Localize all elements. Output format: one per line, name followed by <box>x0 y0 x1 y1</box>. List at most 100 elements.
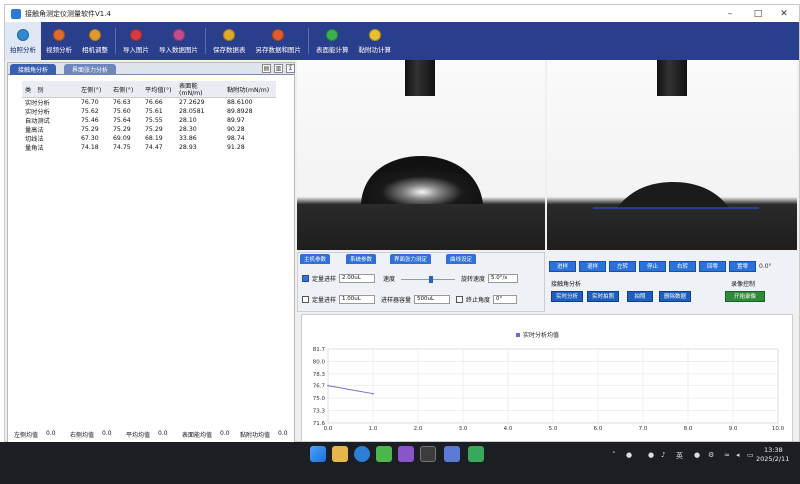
rotation-speed-field[interactable]: 5.0°/s <box>488 274 519 283</box>
start-icon[interactable] <box>310 446 326 462</box>
terminal-icon[interactable] <box>420 446 436 462</box>
table-row[interactable]: 实时分析 76.70 76.63 76.66 27.2629 88.6100 <box>22 98 276 107</box>
speed-slider[interactable] <box>401 275 456 283</box>
results-pane: 接触角分析 界面张力分析 ▤ ▥ Σ 类 别 左侧(°) 右侧(°) 平均值(°… <box>7 62 295 443</box>
tray-sogou-icon[interactable]: ● <box>694 451 700 459</box>
ime-indicator[interactable]: 英 <box>676 451 683 461</box>
cell: 实时分析 <box>25 109 50 116</box>
wechat-icon[interactable] <box>376 446 392 462</box>
cell: 75.64 <box>113 117 131 124</box>
cell: 76.63 <box>113 99 131 106</box>
camera-icon <box>17 28 29 41</box>
clock-date[interactable]: 2025/2/11 <box>756 455 789 463</box>
file-explorer-icon[interactable] <box>332 446 348 462</box>
tab-interfacial-tension[interactable]: 界面张力分析 <box>64 64 117 75</box>
app-taskbar-icon[interactable] <box>444 446 460 462</box>
syringe-select[interactable]: 500uL <box>414 295 451 304</box>
cell: 28.93 <box>179 144 197 151</box>
legend-swatch <box>516 333 520 337</box>
toolbar-video-analysis[interactable]: 视频分析 <box>41 22 77 60</box>
tab-contact-angle[interactable]: 接触角分析 <box>10 64 57 75</box>
tab-system-params[interactable]: 系统参数 <box>346 254 377 264</box>
toolbar-photo-analysis[interactable]: 拍照分析 <box>5 22 41 60</box>
delete-data-button[interactable]: 删除数据 <box>659 291 691 302</box>
list-view-button[interactable]: ▥ <box>274 64 283 73</box>
syringe-label: 进样器容量 <box>381 297 412 304</box>
close-button[interactable]: ✕ <box>771 5 797 22</box>
photo-button[interactable]: 拍照 <box>627 291 653 302</box>
rotate-left-button[interactable]: 左转 <box>609 261 636 272</box>
toolbar-import-data-image[interactable]: 导入数据图片 <box>154 22 203 60</box>
toolbar-save-table[interactable]: 保存数据表 <box>208 22 251 60</box>
droplet-image-live[interactable] <box>297 60 545 250</box>
sum-button[interactable]: Σ <box>286 64 295 73</box>
cell: 自动测试 <box>25 118 50 125</box>
toolbar-camera-adjust[interactable]: 相机调整 <box>77 22 113 60</box>
main-toolbar: 拍照分析 视频分析 相机调整 导入图片 导入数据图片 保存数据表 另存数据和图片 <box>5 22 799 60</box>
droplet-image-analysis[interactable] <box>547 60 797 250</box>
start-recording-button[interactable]: 开始录像 <box>725 291 765 302</box>
dose-checkbox-2[interactable] <box>302 296 309 303</box>
visual-studio-icon[interactable] <box>398 446 414 462</box>
summary-surface-value: 0.0 <box>220 430 230 437</box>
summary-right-label: 右侧均值 <box>70 432 95 439</box>
x-tick-label: 7.0 <box>639 426 648 432</box>
toolbar-adhesion-work[interactable]: 黏附功计算 <box>354 22 397 60</box>
y-tick-label: 78.3 <box>313 372 326 378</box>
home-button[interactable]: 回零 <box>699 261 726 272</box>
stop-angle-field[interactable]: 0° <box>493 295 518 304</box>
minimize-button[interactable]: – <box>717 5 743 22</box>
stop-angle-label: 终止角度 <box>466 297 491 304</box>
summary-left-value: 0.0 <box>46 430 56 437</box>
tab-curve-settings[interactable]: 曲线设定 <box>446 254 477 264</box>
table-row[interactable]: 自动测试 75.46 75.64 75.55 28.10 89.97 <box>22 116 276 125</box>
tray-settings-icon[interactable]: ⚙ <box>708 451 714 459</box>
realtime-photo-button[interactable]: 实时拍照 <box>587 291 619 302</box>
camera-adjust-icon <box>89 28 101 41</box>
edge-icon[interactable] <box>354 446 370 462</box>
battery-icon[interactable]: ▭ <box>747 451 754 459</box>
table-row[interactable]: 量角法 74.18 74.75 74.47 28.93 91.28 <box>22 143 276 152</box>
zero-button[interactable]: 置零 <box>729 261 756 272</box>
toolbar-surface-energy[interactable]: 表面能计算 <box>311 22 354 60</box>
toolbar-import-image[interactable]: 导入图片 <box>118 22 154 60</box>
realtime-analysis-button[interactable]: 实时分析 <box>551 291 583 302</box>
table-row[interactable]: 实时分析 75.62 75.60 75.61 28.0581 89.8928 <box>22 107 276 116</box>
tab-tension-measure[interactable]: 界面张力测定 <box>390 254 432 264</box>
tray-chevron-icon[interactable]: ˄ <box>612 451 616 459</box>
tray-app-icon[interactable]: ● <box>626 451 632 459</box>
dose-volume-1[interactable]: 2.00uL <box>339 274 376 283</box>
volume-icon[interactable]: ◂ <box>736 451 740 459</box>
realtime-chart: 0.0 1.0 2.0 3.0 4.0 5.0 6.0 7.0 8.0 9.0 10.0 81.7 80… <box>301 314 793 442</box>
rotate-right-button[interactable]: 右转 <box>669 261 696 272</box>
tray-mic-icon[interactable]: ♪ <box>661 451 665 459</box>
tray-wechat-icon[interactable]: ● <box>648 451 654 459</box>
cell: 74.18 <box>81 144 99 151</box>
col-average: 平均值(°) <box>142 81 176 98</box>
title-bar: 接触角测定仪测量软件V1.4 – □ ✕ <box>5 5 799 22</box>
tab-host-params[interactable]: 主机参数 <box>300 254 331 264</box>
maximize-button[interactable]: □ <box>745 5 771 22</box>
summary-avg-label: 平均均值 <box>126 432 151 439</box>
stop-angle-checkbox[interactable] <box>456 296 464 303</box>
clock-time[interactable]: 13:38 <box>764 446 783 454</box>
cell: 90.28 <box>227 126 245 133</box>
dose-volume-2[interactable]: 1.00uL <box>339 295 376 304</box>
table-row[interactable]: 切线法 67.30 69.09 68.19 33.86 98.74 <box>22 134 276 143</box>
inject-button[interactable]: 进样 <box>549 261 576 272</box>
cell: 88.6100 <box>227 99 253 106</box>
dose-row-2: 定量进样 1.00uL 进样器容量 500uL 终止角度 0° <box>302 295 518 304</box>
table-row[interactable]: 量高法 75.29 75.29 75.29 28.30 90.28 <box>22 125 276 134</box>
cell: 76.70 <box>81 99 99 106</box>
cell: 76.66 <box>145 99 163 106</box>
table-view-button[interactable]: ▤ <box>262 64 271 73</box>
save-table-icon <box>223 28 236 41</box>
green-app-icon[interactable] <box>468 446 484 462</box>
retract-button[interactable]: 退样 <box>579 261 606 272</box>
toolbar-save-as[interactable]: 另存数据和图片 <box>251 22 307 60</box>
cell: 91.28 <box>227 144 245 151</box>
stop-button[interactable]: 停止 <box>639 261 666 272</box>
wifi-icon[interactable]: ≈ <box>724 451 730 459</box>
dose-checkbox-1[interactable] <box>302 275 309 282</box>
cell: 量高法 <box>25 127 44 134</box>
